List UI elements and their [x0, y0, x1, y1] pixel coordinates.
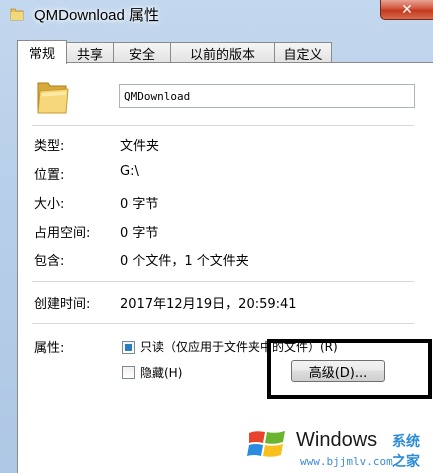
general-panel: QMDownload 类型: 文件夹 位置: G:\ 大小: 0 字节 占用空间…: [17, 62, 433, 473]
size-value: 0 字节: [120, 197, 159, 212]
folder-icon: [10, 8, 24, 21]
separator: [32, 323, 414, 324]
contains-label: 包含:: [34, 254, 65, 269]
created-value: 2017年12月19日，20:59:41: [120, 297, 297, 312]
tab-sharing[interactable]: 共享: [66, 42, 114, 63]
separator: [32, 125, 414, 126]
windows-logo-icon: [247, 431, 285, 457]
hidden-checkbox[interactable]: [122, 366, 135, 379]
type-label: 类型:: [34, 139, 65, 154]
contains-value: 0 个文件，1 个文件夹: [120, 254, 249, 269]
readonly-checkbox[interactable]: [122, 341, 135, 354]
tab-customize[interactable]: 自定义: [274, 42, 332, 63]
highlight-annotation: [267, 339, 432, 399]
tab-security[interactable]: 安全: [113, 42, 171, 63]
properties-window: QMDownload 属性 ✕ 常规 共享 安全 以前的版本 自定义 QMDow…: [0, 0, 433, 473]
attributes-label: 属性:: [34, 341, 65, 356]
folder-name-input[interactable]: QMDownload: [119, 84, 415, 108]
hidden-label: 隐藏(H): [140, 366, 183, 380]
window-title: QMDownload 属性: [34, 7, 160, 24]
close-icon: ✕: [401, 1, 413, 18]
watermark-url: www.bjjmlv.com: [300, 455, 393, 468]
watermark-brand: Windows: [296, 429, 378, 451]
tab-previous-versions[interactable]: 以前的版本: [170, 42, 275, 63]
size-label: 大小:: [34, 197, 65, 212]
separator: [32, 281, 414, 282]
location-label: 位置:: [34, 168, 65, 183]
close-button[interactable]: ✕: [380, 0, 433, 20]
watermark-cn: 系统之家: [392, 434, 420, 470]
title-bar[interactable]: QMDownload 属性 ✕: [0, 0, 433, 30]
folder-large-icon: [37, 82, 69, 114]
watermark: Windows 系统之家 www.bjjmlv.com: [246, 425, 433, 473]
type-value: 文件夹: [120, 139, 160, 154]
size-on-disk-value: 0 字节: [120, 226, 159, 241]
size-on-disk-label: 占用空间:: [34, 226, 91, 241]
created-label: 创建时间:: [34, 297, 91, 312]
tab-general[interactable]: 常规: [17, 40, 67, 64]
location-value: G:\: [120, 164, 139, 179]
